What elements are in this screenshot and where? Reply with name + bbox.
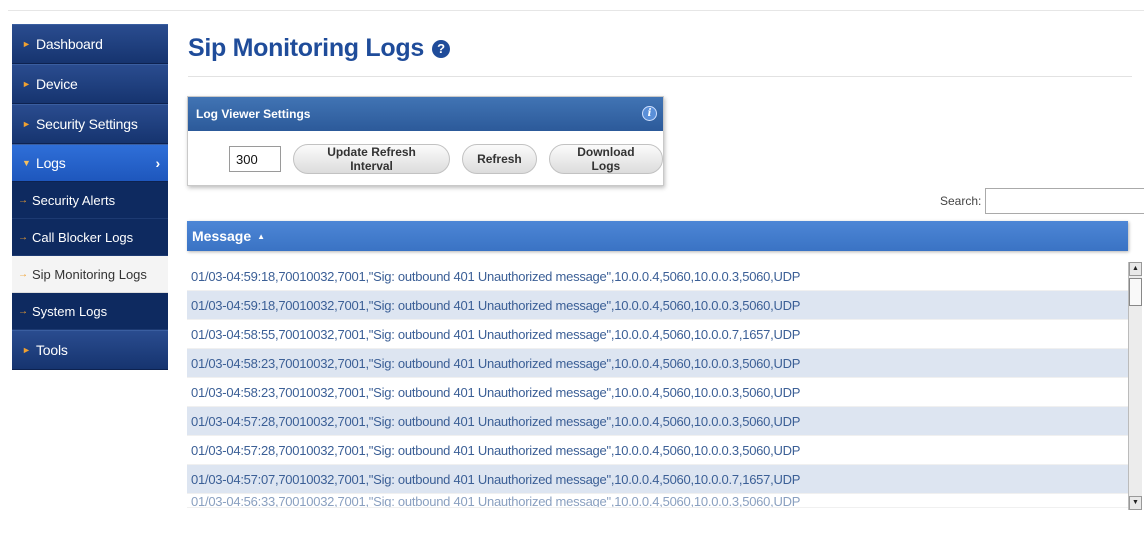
chevron-right-icon: › (155, 155, 161, 171)
arrow-right-icon: → (18, 305, 28, 317)
table-row: 01/03-04:58:23,70010032,7001,"Sig: outbo… (187, 378, 1128, 407)
sidebar-subitem-call-blocker-logs[interactable]: → Call Blocker Logs (12, 219, 168, 256)
table-scrollbar[interactable]: ▲ ▼ (1128, 262, 1142, 510)
panel-title: Log Viewer Settings (196, 107, 311, 121)
search-label: Search: (940, 194, 982, 208)
table-row: 01/03-04:57:28,70010032,7001,"Sig: outbo… (187, 436, 1128, 465)
sidebar-subitem-label: Call Blocker Logs (32, 229, 134, 245)
panel-header: Log Viewer Settings i (188, 97, 663, 131)
search-area: Search: (940, 188, 1144, 214)
table-row: 01/03-04:58:55,70010032,7001,"Sig: outbo… (187, 320, 1128, 349)
log-table-body: 01/03-04:59:18,70010032,7001,"Sig: outbo… (187, 262, 1128, 510)
sidebar-item-device[interactable]: ► Device (12, 64, 168, 104)
update-refresh-interval-button[interactable]: Update Refresh Interval (293, 144, 451, 174)
table-row: 01/03-04:58:23,70010032,7001,"Sig: outbo… (187, 349, 1128, 378)
triangle-right-icon: ► (22, 119, 31, 129)
help-icon[interactable]: ? (431, 39, 450, 58)
log-viewer-settings-panel: Log Viewer Settings i Update Refresh Int… (187, 96, 664, 186)
table-row: 01/03-04:59:18,70010032,7001,"Sig: outbo… (187, 262, 1128, 291)
sidebar-item-label: Logs (36, 155, 66, 171)
sidebar-subitem-label: System Logs (32, 303, 108, 319)
refresh-button[interactable]: Refresh (462, 144, 537, 174)
arrow-right-icon: → (18, 268, 28, 280)
sidebar-subitem-sip-monitoring-logs[interactable]: → Sip Monitoring Logs (12, 256, 168, 293)
sidebar-subitem-label: Sip Monitoring Logs (32, 266, 147, 282)
page-title: Sip Monitoring Logs ? (188, 34, 450, 63)
sort-ascending-icon: ▲ (257, 231, 266, 241)
table-row: 01/03-04:57:07,70010032,7001,"Sig: outbo… (187, 465, 1128, 494)
sidebar-item-label: Device (36, 76, 78, 92)
info-icon[interactable]: i (642, 106, 657, 121)
sidebar-item-security-settings[interactable]: ► Security Settings (12, 104, 168, 144)
arrow-right-icon: → (18, 194, 28, 206)
sidebar-subitem-security-alerts[interactable]: → Security Alerts (12, 182, 168, 219)
title-divider (188, 76, 1132, 77)
triangle-right-icon: ► (22, 345, 31, 355)
sidebar-item-label: Tools (36, 342, 68, 358)
arrow-right-icon: → (18, 231, 28, 243)
refresh-interval-input[interactable] (229, 146, 281, 172)
table-header-message[interactable]: Message ▲ (187, 221, 1128, 251)
table-row: 01/03-04:59:18,70010032,7001,"Sig: outbo… (187, 291, 1128, 320)
table-row: 01/03-04:57:28,70010032,7001,"Sig: outbo… (187, 407, 1128, 436)
table-row: 01/03-04:56:33,70010032,7001,"Sig: outbo… (187, 494, 1128, 508)
triangle-down-icon: ▼ (22, 158, 31, 168)
panel-body: Update Refresh Interval Refresh Download… (188, 131, 663, 174)
sidebar-item-label: Security Settings (36, 116, 138, 132)
sidebar-item-tools[interactable]: ► Tools (12, 330, 168, 370)
page-title-text: Sip Monitoring Logs (188, 34, 424, 62)
scroll-thumb[interactable] (1129, 278, 1142, 306)
scroll-up-icon[interactable]: ▲ (1129, 262, 1142, 276)
sidebar-subitem-system-logs[interactable]: → System Logs (12, 293, 168, 330)
sidebar-item-dashboard[interactable]: ► Dashboard (12, 24, 168, 64)
triangle-right-icon: ► (22, 39, 31, 49)
sidebar-subitem-label: Security Alerts (32, 192, 116, 208)
download-logs-button[interactable]: Download Logs (548, 144, 663, 174)
column-header-label: Message (192, 228, 252, 244)
triangle-right-icon: ► (22, 79, 31, 89)
sidebar-item-label: Dashboard (36, 36, 103, 52)
sidebar-item-logs[interactable]: ▼ Logs › (12, 144, 168, 182)
scroll-down-icon[interactable]: ▼ (1129, 496, 1142, 510)
search-input[interactable] (985, 188, 1144, 214)
sidebar: ► Dashboard ► Device ► Security Settings… (12, 24, 168, 370)
